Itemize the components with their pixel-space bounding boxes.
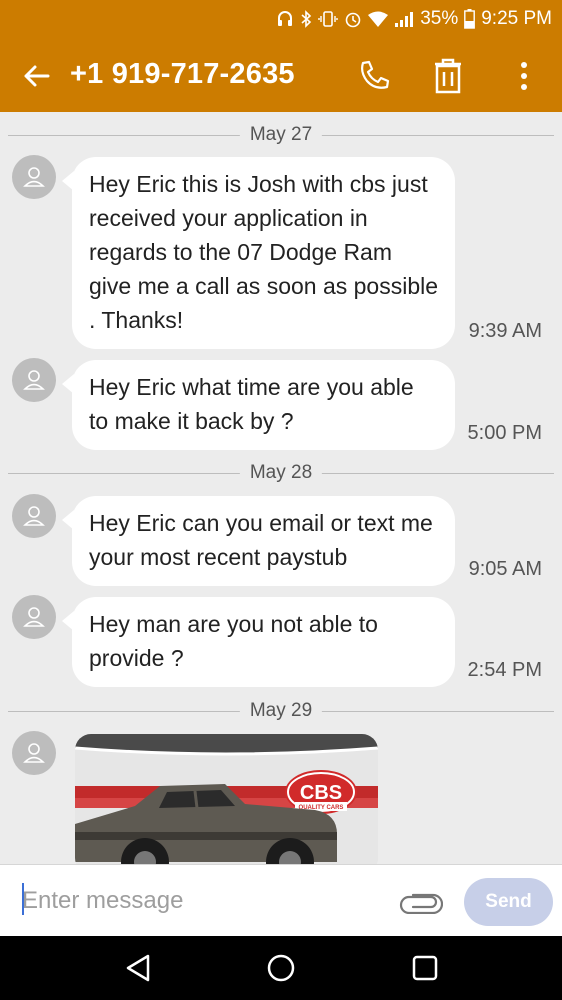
app-bar: +1 919-717-2635 — [0, 38, 562, 112]
message-input[interactable]: Enter message — [22, 881, 382, 921]
nav-home-icon — [267, 954, 295, 982]
message-time: 9:05 AM — [468, 558, 542, 580]
back-button[interactable] — [16, 56, 56, 96]
nav-recents-button[interactable] — [405, 948, 445, 988]
attach-button[interactable] — [398, 885, 444, 919]
signal-icon — [394, 8, 414, 30]
battery-icon — [464, 8, 476, 30]
more-vert-icon — [521, 62, 527, 90]
date-divider: May 27 — [8, 123, 554, 147]
wifi-icon — [368, 8, 389, 30]
delete-button[interactable] — [426, 54, 470, 98]
status-bar: 35% 9:25 PM — [0, 0, 562, 38]
image-message[interactable]: CBS QUALITY CARS — [75, 734, 378, 864]
person-icon — [23, 743, 45, 763]
alarm-icon — [344, 8, 362, 30]
date-label: May 27 — [239, 123, 323, 147]
send-button[interactable]: Send — [464, 878, 553, 926]
navigation-bar — [0, 936, 562, 1000]
back-arrow-icon — [24, 65, 50, 87]
nav-recents-icon — [412, 955, 438, 981]
message-time: 9:39 AM — [468, 320, 542, 342]
headphones-icon — [276, 8, 294, 30]
person-icon — [23, 607, 45, 627]
phone-icon — [361, 60, 390, 89]
message-composer: Enter message Send — [0, 864, 562, 936]
nav-back-button[interactable] — [118, 948, 158, 988]
cbs-logo-text: CBS — [300, 782, 342, 804]
date-label: May 28 — [239, 461, 323, 485]
person-icon — [23, 506, 45, 526]
conversation[interactable]: May 27 Hey Eric this is Josh with cbs ju… — [0, 112, 562, 864]
truck-photo: CBS QUALITY CARS — [75, 734, 378, 864]
message-bubble[interactable]: Hey man are you not able to provide ? — [62, 597, 455, 687]
message-bubble[interactable]: Hey Eric what time are you able to make … — [62, 360, 455, 450]
vibrate-icon — [318, 8, 338, 30]
trash-icon — [435, 58, 461, 94]
attachment-icon — [399, 893, 443, 914]
message-bubble[interactable]: Hey Eric can you email or text me your m… — [62, 496, 455, 586]
avatar[interactable] — [12, 155, 56, 199]
nav-home-button[interactable] — [261, 948, 301, 988]
call-button[interactable] — [352, 54, 396, 98]
date-label: May 29 — [239, 699, 323, 723]
message-time: 5:00 PM — [467, 422, 542, 444]
nav-back-icon — [126, 954, 150, 982]
more-options-button[interactable] — [502, 54, 546, 98]
date-divider: May 28 — [8, 461, 554, 485]
avatar[interactable] — [12, 358, 56, 402]
avatar[interactable] — [12, 595, 56, 639]
person-icon — [23, 370, 45, 390]
contact-title: +1 919-717-2635 — [70, 58, 295, 90]
person-icon — [23, 167, 45, 187]
avatar[interactable] — [12, 731, 56, 775]
battery-percent: 35% — [420, 8, 459, 29]
bluetooth-icon — [300, 8, 312, 30]
date-divider: May 29 — [8, 699, 554, 723]
text-cursor — [22, 883, 24, 915]
message-time: 2:54 PM — [467, 659, 542, 681]
avatar[interactable] — [12, 494, 56, 538]
message-bubble[interactable]: Hey Eric this is Josh with cbs just rece… — [62, 157, 455, 349]
status-time: 9:25 PM — [481, 8, 552, 29]
